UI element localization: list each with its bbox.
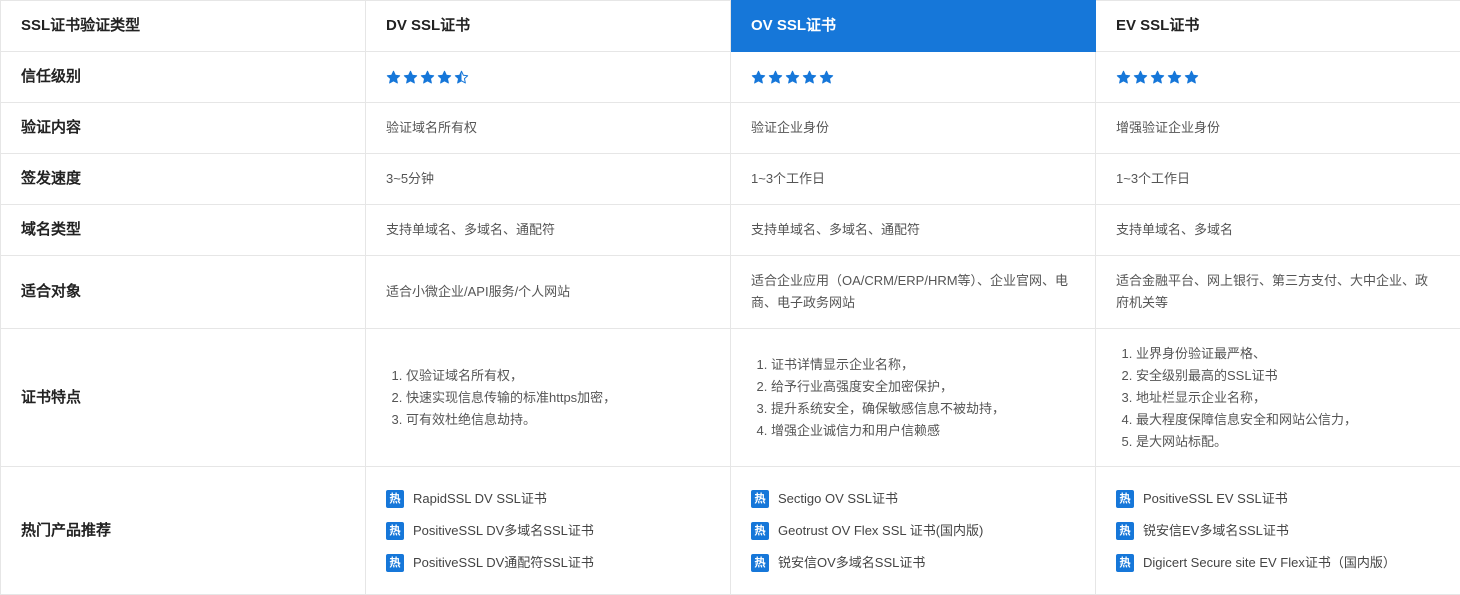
domain-ev: 支持单域名、多域名 bbox=[1096, 205, 1460, 256]
feature-item: 给予行业高强度安全加密保护， bbox=[771, 376, 1075, 398]
product-link[interactable]: RapidSSL DV SSL证书 bbox=[413, 488, 547, 510]
product-item[interactable]: 热 Geotrust OV Flex SSL 证书(国内版) bbox=[751, 515, 1075, 547]
products-dv-list: 热RapidSSL DV SSL证书热PositiveSSL DV多域名SSL证… bbox=[386, 483, 710, 579]
product-link[interactable]: 锐安信OV多域名SSL证书 bbox=[778, 552, 925, 574]
domain-dv: 支持单域名、多域名、通配符 bbox=[366, 205, 731, 256]
speed-label: 签发速度 bbox=[1, 154, 366, 205]
verify-dv: 验证域名所有权 bbox=[366, 103, 731, 154]
products-label: 热门产品推荐 bbox=[1, 467, 366, 595]
target-ov: 适合企业应用（OA/CRM/ERP/HRM等）、企业官网、电商、电子政务网站 bbox=[731, 256, 1096, 329]
product-item[interactable]: 热 PositiveSSL EV SSL证书 bbox=[1116, 483, 1440, 515]
star-icon bbox=[1133, 70, 1148, 85]
header-ov[interactable]: OV SSL证书 bbox=[731, 1, 1096, 52]
target-label: 适合对象 bbox=[1, 256, 366, 329]
domain-row: 域名类型 支持单域名、多域名、通配符 支持单域名、多域名、通配符 支持单域名、多… bbox=[1, 205, 1460, 256]
product-item[interactable]: 热 PositiveSSL DV通配符SSL证书 bbox=[386, 547, 710, 579]
product-item[interactable]: 热 Digicert Secure site EV Flex证书（国内版） bbox=[1116, 547, 1440, 579]
hot-badge-icon: 热 bbox=[1116, 490, 1134, 508]
features-ev-list: 业界身份验证最严格、安全级别最高的SSL证书地址栏显示企业名称，最大程度保障信息… bbox=[1116, 343, 1440, 453]
speed-dv: 3~5分钟 bbox=[366, 154, 731, 205]
star-icon bbox=[1167, 70, 1182, 85]
hot-badge-icon: 热 bbox=[386, 490, 404, 508]
hot-badge-icon: 热 bbox=[751, 490, 769, 508]
speed-ev: 1~3个工作日 bbox=[1096, 154, 1460, 205]
header-ev[interactable]: EV SSL证书 bbox=[1096, 1, 1460, 52]
verify-ov: 验证企业身份 bbox=[731, 103, 1096, 154]
hot-badge-icon: 热 bbox=[751, 554, 769, 572]
hot-badge-icon: 热 bbox=[386, 522, 404, 540]
features-dv-list: 仅验证域名所有权，快速实现信息传输的标准https加密，可有效杜绝信息劫持。 bbox=[386, 365, 710, 431]
product-link[interactable]: Geotrust OV Flex SSL 证书(国内版) bbox=[778, 520, 983, 542]
product-link[interactable]: PositiveSSL EV SSL证书 bbox=[1143, 488, 1288, 510]
feature-item: 可有效杜绝信息劫持。 bbox=[406, 409, 710, 431]
verify-ev: 增强验证企业身份 bbox=[1096, 103, 1460, 154]
features-row: 证书特点 仅验证域名所有权，快速实现信息传输的标准https加密，可有效杜绝信息… bbox=[1, 329, 1460, 467]
product-link[interactable]: Sectigo OV SSL证书 bbox=[778, 488, 898, 510]
feature-item: 快速实现信息传输的标准https加密， bbox=[406, 387, 710, 409]
features-ov-list: 证书详情显示企业名称，给予行业高强度安全加密保护，提升系统安全，确保敏感信息不被… bbox=[751, 354, 1075, 442]
star-icon bbox=[819, 70, 834, 85]
feature-item: 最大程度保障信息安全和网站公信力， bbox=[1136, 409, 1440, 431]
domain-ov: 支持单域名、多域名、通配符 bbox=[731, 205, 1096, 256]
product-link[interactable]: PositiveSSL DV多域名SSL证书 bbox=[413, 520, 594, 542]
target-ev: 适合金融平台、网上银行、第三方支付、大中企业、政府机关等 bbox=[1096, 256, 1460, 329]
product-item[interactable]: 热 PositiveSSL DV多域名SSL证书 bbox=[386, 515, 710, 547]
speed-row: 签发速度 3~5分钟 1~3个工作日 1~3个工作日 bbox=[1, 154, 1460, 205]
feature-item: 提升系统安全，确保敏感信息不被劫持， bbox=[771, 398, 1075, 420]
ov-rating bbox=[751, 70, 834, 85]
star-icon bbox=[768, 70, 783, 85]
star-icon bbox=[751, 70, 766, 85]
target-dv: 适合小微企业/API服务/个人网站 bbox=[366, 256, 731, 329]
star-icon bbox=[403, 70, 418, 85]
feature-item: 业界身份验证最严格、 bbox=[1136, 343, 1440, 365]
header-dv[interactable]: DV SSL证书 bbox=[366, 1, 731, 52]
product-item[interactable]: 热 Sectigo OV SSL证书 bbox=[751, 483, 1075, 515]
product-link[interactable]: Digicert Secure site EV Flex证书（国内版） bbox=[1143, 552, 1396, 574]
features-label: 证书特点 bbox=[1, 329, 366, 467]
star-icon bbox=[1150, 70, 1165, 85]
ev-rating bbox=[1116, 70, 1199, 85]
hot-badge-icon: 热 bbox=[1116, 522, 1134, 540]
star-icon bbox=[785, 70, 800, 85]
products-ev-list: 热PositiveSSL EV SSL证书热锐安信EV多域名SSL证书热Digi… bbox=[1116, 483, 1440, 579]
star-icon bbox=[802, 70, 817, 85]
trust-row: 信任级别 bbox=[1, 52, 1460, 103]
feature-item: 安全级别最高的SSL证书 bbox=[1136, 365, 1440, 387]
speed-ov: 1~3个工作日 bbox=[731, 154, 1096, 205]
product-item[interactable]: 热锐安信EV多域名SSL证书 bbox=[1116, 515, 1440, 547]
hot-badge-icon: 热 bbox=[751, 522, 769, 540]
products-row: 热门产品推荐 热RapidSSL DV SSL证书热PositiveSSL DV… bbox=[1, 467, 1460, 595]
feature-item: 地址栏显示企业名称， bbox=[1136, 387, 1440, 409]
ssl-comparison-table: SSL证书验证类型 DV SSL证书 OV SSL证书 EV SSL证书 信任级… bbox=[0, 0, 1460, 595]
star-icon bbox=[437, 70, 452, 85]
product-item[interactable]: 热锐安信OV多域名SSL证书 bbox=[751, 547, 1075, 579]
feature-item: 证书详情显示企业名称， bbox=[771, 354, 1075, 376]
dv-rating bbox=[386, 70, 469, 85]
feature-item: 是大网站标配。 bbox=[1136, 431, 1440, 453]
verify-label: 验证内容 bbox=[1, 103, 366, 154]
star-icon bbox=[386, 70, 401, 85]
hot-badge-icon: 热 bbox=[386, 554, 404, 572]
product-item[interactable]: 热 RapidSSL DV SSL证书 bbox=[386, 483, 710, 515]
star-icon bbox=[1184, 70, 1199, 85]
hot-badge-icon: 热 bbox=[1116, 554, 1134, 572]
products-ov-list: 热Sectigo OV SSL证书热Geotrust OV Flex SSL 证… bbox=[751, 483, 1075, 579]
product-link[interactable]: PositiveSSL DV通配符SSL证书 bbox=[413, 552, 594, 574]
trust-label: 信任级别 bbox=[1, 52, 366, 103]
domain-label: 域名类型 bbox=[1, 205, 366, 256]
star-icon bbox=[454, 70, 469, 85]
star-icon bbox=[420, 70, 435, 85]
target-row: 适合对象 适合小微企业/API服务/个人网站 适合企业应用（OA/CRM/ERP… bbox=[1, 256, 1460, 329]
header-type-label: SSL证书验证类型 bbox=[1, 1, 366, 52]
verify-row: 验证内容 验证域名所有权 验证企业身份 增强验证企业身份 bbox=[1, 103, 1460, 154]
feature-item: 增强企业诚信力和用户信赖感 bbox=[771, 420, 1075, 442]
star-icon bbox=[1116, 70, 1131, 85]
feature-item: 仅验证域名所有权， bbox=[406, 365, 710, 387]
product-link[interactable]: 锐安信EV多域名SSL证书 bbox=[1143, 520, 1289, 542]
header-row: SSL证书验证类型 DV SSL证书 OV SSL证书 EV SSL证书 bbox=[1, 1, 1460, 52]
